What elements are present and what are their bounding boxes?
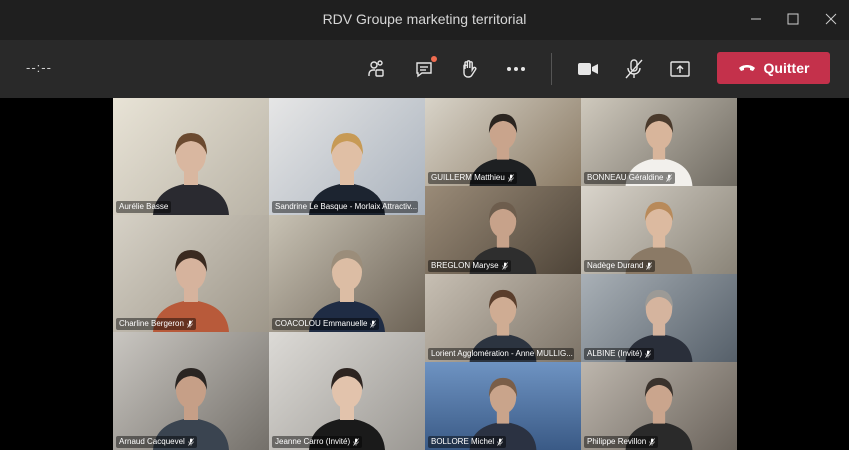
- close-icon[interactable]: [815, 6, 847, 32]
- muted-mic-icon: [370, 320, 377, 328]
- participant-name: ALBINE (Invité): [584, 348, 655, 360]
- muted-mic-icon: [187, 320, 193, 328]
- participant-video: [309, 133, 385, 215]
- toolbar-divider: [551, 53, 552, 85]
- raise-hand-icon[interactable]: [454, 55, 484, 83]
- participant-tile[interactable]: Jeanne Carro (Invité): [269, 332, 425, 450]
- participant-tile[interactable]: BREGLON Maryse: [425, 186, 581, 274]
- participant-tile[interactable]: BOLLORE Michel: [425, 362, 581, 450]
- minimize-icon[interactable]: [740, 6, 772, 32]
- participant-name: Arnaud Cacquevel: [116, 436, 197, 448]
- participant-tile[interactable]: GUILLERM Matthieu: [425, 98, 581, 186]
- participant-tile[interactable]: Arnaud Cacquevel: [113, 332, 269, 450]
- participant-name: BOLLORE Michel: [428, 436, 507, 448]
- participant-tile[interactable]: Aurélie Basse: [113, 98, 269, 215]
- participant-name: GUILLERM Matthieu: [428, 172, 517, 184]
- leave-button[interactable]: Quitter: [717, 52, 830, 84]
- muted-mic-icon: [188, 438, 194, 446]
- participant-tile[interactable]: Sandrine Le Basque - Morlaix Attractiv..…: [269, 98, 425, 215]
- participant-tile[interactable]: Charline Bergeron: [113, 215, 269, 332]
- hangup-icon: [738, 65, 755, 71]
- participant-name: Nadège Durand: [584, 260, 656, 272]
- meeting-toolbar: --:-- Quitter: [0, 40, 849, 98]
- participant-name: Sandrine Le Basque - Morlaix Attractiv..…: [272, 201, 418, 213]
- camera-icon[interactable]: [573, 55, 603, 83]
- muted-mic-icon: [501, 262, 508, 270]
- participant-name: Jeanne Carro (Invité): [272, 436, 363, 448]
- more-icon[interactable]: [501, 55, 531, 83]
- participant-tile[interactable]: Nadège Durand: [581, 186, 737, 274]
- participant-name: COACOLOU Emmanuelle: [272, 318, 380, 330]
- participants-icon[interactable]: [361, 55, 391, 83]
- muted-mic-icon: [666, 174, 673, 182]
- participant-video: [153, 250, 229, 332]
- participant-video: [153, 133, 229, 215]
- participant-name: BREGLON Maryse: [428, 260, 511, 272]
- muted-mic-icon: [353, 438, 359, 446]
- muted-mic-icon: [645, 350, 651, 358]
- maximize-icon[interactable]: [777, 6, 809, 32]
- chat-badge: [431, 56, 437, 62]
- muted-mic-icon: [646, 262, 653, 270]
- video-grid: Aurélie Basse Sandrine Le Basque - Morlai…: [0, 98, 849, 450]
- participant-tile[interactable]: Lorient Agglomération - Anne MULLIG...: [425, 274, 581, 362]
- call-timer: --:--: [26, 60, 52, 75]
- participant-name: Lorient Agglomération - Anne MULLIG...: [428, 348, 574, 360]
- title-bar: RDV Groupe marketing territorial: [0, 0, 849, 40]
- participant-name: BONNEAU Géraldine: [584, 172, 676, 184]
- window-title: RDV Groupe marketing territorial: [322, 11, 527, 27]
- mic-off-icon[interactable]: [619, 55, 649, 83]
- participant-tile[interactable]: ALBINE (Invité): [581, 274, 737, 362]
- chat-icon[interactable]: [409, 55, 439, 83]
- participant-name: Aurélie Basse: [116, 201, 172, 213]
- muted-mic-icon: [508, 174, 514, 182]
- participant-video: [309, 368, 385, 450]
- participant-video: [309, 250, 385, 332]
- participant-tile[interactable]: COACOLOU Emmanuelle: [269, 215, 425, 332]
- leave-label: Quitter: [763, 60, 810, 76]
- participant-tile[interactable]: Philippe Revillon: [581, 362, 737, 450]
- muted-mic-icon: [497, 438, 503, 446]
- share-icon[interactable]: [665, 55, 695, 83]
- participant-video: [153, 368, 229, 450]
- participant-name: Philippe Revillon: [584, 436, 659, 448]
- participant-tile[interactable]: BONNEAU Géraldine: [581, 98, 737, 186]
- muted-mic-icon: [649, 438, 655, 446]
- participant-name: Charline Bergeron: [116, 318, 196, 330]
